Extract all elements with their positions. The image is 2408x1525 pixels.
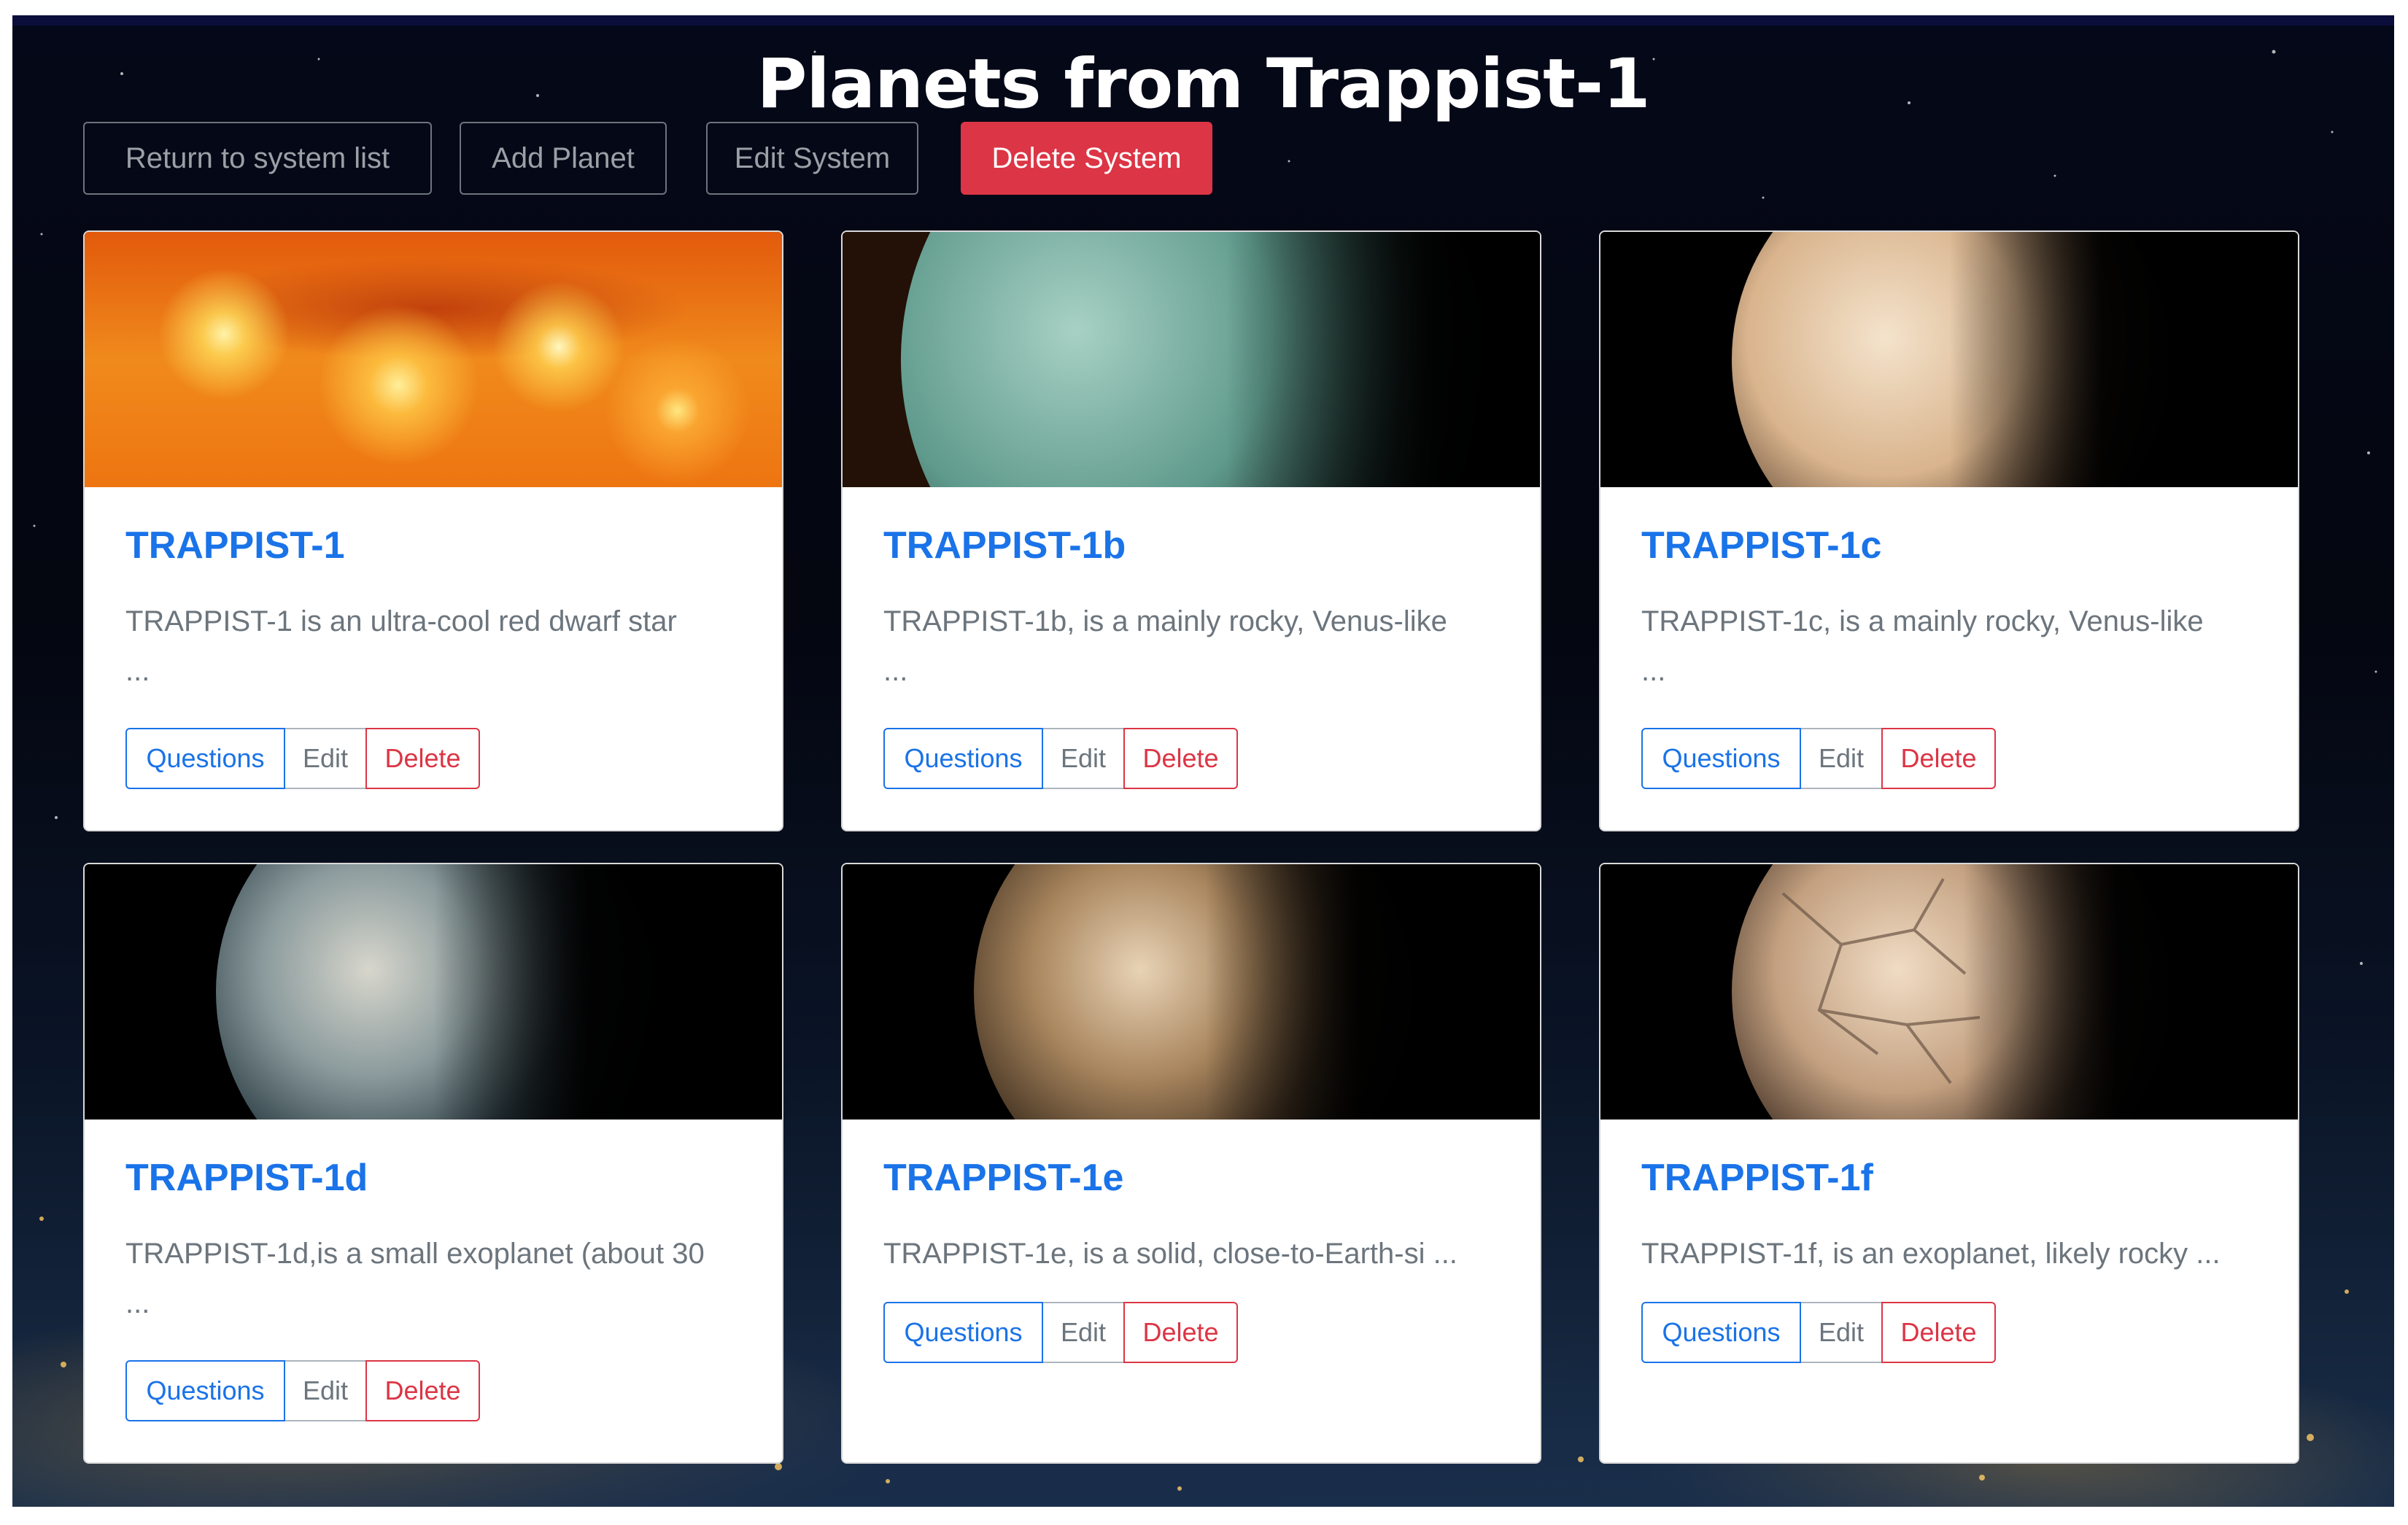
card-description: TRAPPIST-1f, is an exoplanet, likely roc… xyxy=(1641,1238,2221,1270)
delete-button[interactable]: Delete xyxy=(365,1360,480,1421)
planet-teal-icon xyxy=(843,232,1540,487)
delete-button[interactable]: Delete xyxy=(1123,728,1238,789)
planet-teal-image xyxy=(843,232,1540,487)
planet-cracked-image xyxy=(1600,864,2298,1120)
questions-button[interactable]: Questions xyxy=(1641,728,1801,789)
edit-button[interactable]: Edit xyxy=(1043,1302,1123,1363)
page-title: Planets from Trappist-1 xyxy=(756,44,1650,124)
card-button-group: Questions Edit Delete xyxy=(883,728,1238,789)
card-title[interactable]: TRAPPIST-1e xyxy=(883,1156,1123,1200)
planet-card: TRAPPIST-1e TRAPPIST-1e, is a solid, clo… xyxy=(841,863,1541,1464)
edit-button[interactable]: Edit xyxy=(1801,728,1881,789)
top-navbar-strip xyxy=(12,15,2394,26)
edit-button[interactable]: Edit xyxy=(285,728,365,789)
planet-card: TRAPPIST-1 TRAPPIST-1 is an ultra-cool r… xyxy=(83,230,783,831)
card-description: TRAPPIST-1c, is a mainly rocky, Venus-li… xyxy=(1641,605,2204,687)
planet-card: TRAPPIST-1b TRAPPIST-1b, is a mainly roc… xyxy=(841,230,1541,831)
space-background: Planets from Trappist-1 Return to system… xyxy=(12,15,2394,1507)
planet-cream-image xyxy=(1600,232,2298,487)
card-button-group: Questions Edit Delete xyxy=(1641,728,1996,789)
delete-button[interactable]: Delete xyxy=(1881,728,1996,789)
questions-button[interactable]: Questions xyxy=(883,728,1043,789)
edit-button[interactable]: Edit xyxy=(285,1360,365,1421)
card-title[interactable]: TRAPPIST-1 xyxy=(125,524,345,567)
planet-cracked-icon xyxy=(1600,864,2298,1120)
delete-button[interactable]: Delete xyxy=(365,728,480,789)
edit-button[interactable]: Edit xyxy=(1043,728,1123,789)
card-title[interactable]: TRAPPIST-1f xyxy=(1641,1156,1873,1200)
card-description: TRAPPIST-1e, is a solid, close-to-Earth-… xyxy=(883,1238,1457,1270)
delete-button[interactable]: Delete xyxy=(1123,1302,1238,1363)
return-to-system-list-button[interactable]: Return to system list xyxy=(83,122,432,195)
add-planet-button[interactable]: Add Planet xyxy=(460,122,667,195)
planet-card: TRAPPIST-1c TRAPPIST-1c, is a mainly roc… xyxy=(1599,230,2299,831)
delete-button[interactable]: Delete xyxy=(1881,1302,1996,1363)
card-title[interactable]: TRAPPIST-1b xyxy=(883,524,1126,567)
questions-button[interactable]: Questions xyxy=(125,728,285,789)
card-title[interactable]: TRAPPIST-1c xyxy=(1641,524,1881,567)
planet-card: TRAPPIST-1d TRAPPIST-1d,is a small exopl… xyxy=(83,863,783,1464)
planet-earthlike-image xyxy=(843,864,1540,1120)
card-button-group: Questions Edit Delete xyxy=(1641,1302,1996,1363)
card-button-group: Questions Edit Delete xyxy=(125,728,480,789)
questions-button[interactable]: Questions xyxy=(1641,1302,1801,1363)
edit-button[interactable]: Edit xyxy=(1801,1302,1881,1363)
planet-card: TRAPPIST-1f TRAPPIST-1f, is an exoplanet… xyxy=(1599,863,2299,1464)
card-description: TRAPPIST-1d,is a small exoplanet (about … xyxy=(125,1238,705,1319)
star-surface-image xyxy=(85,232,782,487)
card-title[interactable]: TRAPPIST-1d xyxy=(125,1156,368,1200)
questions-button[interactable]: Questions xyxy=(125,1360,285,1421)
card-button-group: Questions Edit Delete xyxy=(125,1360,480,1421)
card-description: TRAPPIST-1b, is a mainly rocky, Venus-li… xyxy=(883,605,1447,687)
planet-cloudy-image xyxy=(85,864,782,1120)
planet-cream-icon xyxy=(1600,232,2298,487)
delete-system-button[interactable]: Delete System xyxy=(961,122,1212,195)
questions-button[interactable]: Questions xyxy=(883,1302,1043,1363)
edit-system-button[interactable]: Edit System xyxy=(706,122,918,195)
card-description: TRAPPIST-1 is an ultra-cool red dwarf st… xyxy=(125,605,677,687)
planet-cloudy-icon xyxy=(85,864,782,1120)
card-button-group: Questions Edit Delete xyxy=(883,1302,1238,1363)
planet-earthlike-icon xyxy=(843,864,1540,1120)
